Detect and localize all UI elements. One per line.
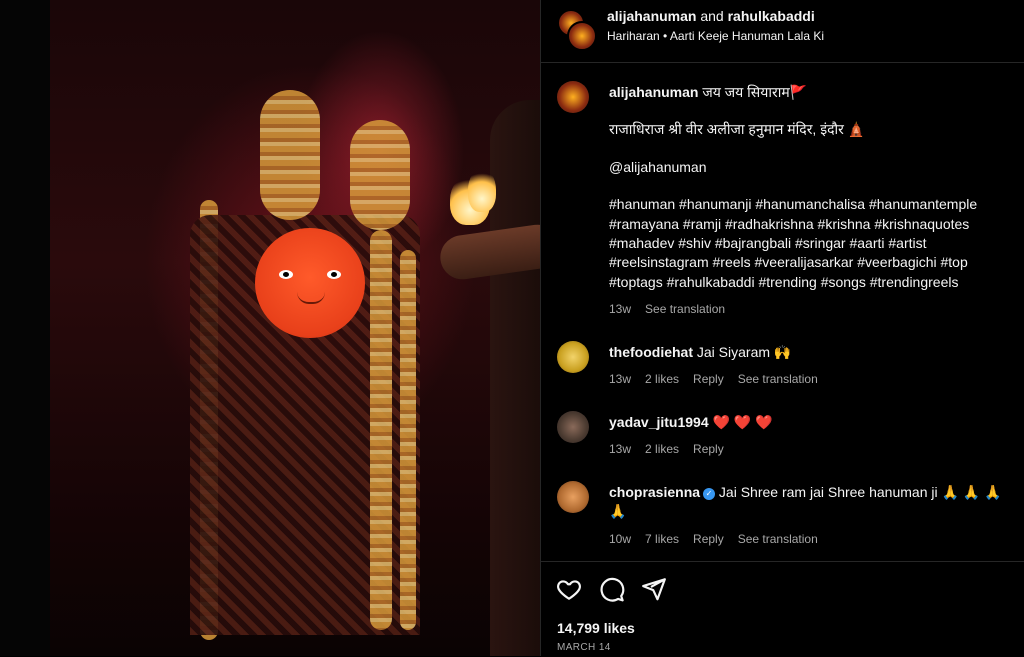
caption-username[interactable]: alijahanuman xyxy=(609,84,698,100)
see-translation-link[interactable]: See translation xyxy=(738,532,818,546)
audio-link[interactable]: Hariharan • Aarti Keeje Hanuman Lala Ki xyxy=(607,29,824,43)
see-translation-link[interactable]: See translation xyxy=(738,372,818,386)
author-link[interactable]: alijahanuman xyxy=(607,8,696,24)
and-text: and xyxy=(700,8,724,24)
post-side-panel: alijahanuman and rahulkabaddi Hariharan … xyxy=(540,0,1024,656)
share-icon[interactable] xyxy=(641,576,667,602)
priest-figure xyxy=(490,100,540,656)
idol-mouth xyxy=(297,292,325,304)
post-header: alijahanuman and rahulkabaddi Hariharan … xyxy=(541,0,1024,63)
comment-time: 10w xyxy=(609,531,632,546)
comment-likes[interactable]: 2 likes xyxy=(645,372,679,386)
comment-username[interactable]: yadav_jitu1994 xyxy=(609,414,709,430)
post-authors: alijahanuman and rahulkabaddi xyxy=(607,8,815,24)
caption-line2: राजाधिराज श्री वीर अलीजा हनुमान मंदिर, इ… xyxy=(609,121,866,138)
aarti-flame-2 xyxy=(468,168,496,212)
avatar[interactable] xyxy=(557,411,589,443)
comment-likes[interactable]: 2 likes xyxy=(645,442,679,456)
avatar[interactable] xyxy=(557,81,589,113)
post-media[interactable] xyxy=(0,0,540,656)
collab-avatars[interactable] xyxy=(557,9,597,51)
garland-right xyxy=(370,230,392,630)
avatar[interactable] xyxy=(557,481,589,513)
comments-list[interactable]: alijahanuman जय जय सियाराम🚩 राजाधिराज श्… xyxy=(541,63,1024,560)
reply-button[interactable]: Reply xyxy=(693,442,724,456)
avatar[interactable] xyxy=(557,341,589,373)
comment-likes[interactable]: 7 likes xyxy=(645,532,679,546)
verified-badge-icon: ✓ xyxy=(703,488,716,500)
garland-top-right xyxy=(350,120,410,230)
reply-button[interactable]: Reply xyxy=(693,532,724,546)
garland-right-outer xyxy=(400,250,416,630)
avatar[interactable] xyxy=(567,21,597,51)
caption-time: 13w xyxy=(609,302,632,317)
post-photo xyxy=(50,0,540,656)
caption-mention[interactable]: @alijahanuman xyxy=(609,158,1013,177)
author-link[interactable]: rahulkabaddi xyxy=(728,8,815,24)
caption-line1: जय जय सियाराम🚩 xyxy=(698,84,808,100)
comment-text: ❤️ ❤️ ❤️ xyxy=(712,414,773,430)
heart-icon[interactable] xyxy=(556,576,582,602)
idol-eye-right xyxy=(327,270,341,279)
comment-icon[interactable] xyxy=(599,576,625,602)
caption-hashtags[interactable]: #hanuman #hanumanji #hanumanchalisa #han… xyxy=(609,195,1013,292)
comment-time: 13w xyxy=(609,372,632,387)
comment-username[interactable]: thefoodiehat xyxy=(609,344,693,360)
comment-text: Jai Siyaram 🙌 xyxy=(696,344,792,360)
likes-count[interactable]: 14,799 likes xyxy=(557,620,635,636)
garland-top xyxy=(260,90,320,220)
idol-eye-left xyxy=(279,270,293,279)
post-actions: 14,799 likes MARCH 14 xyxy=(541,561,1024,657)
reply-button[interactable]: Reply xyxy=(693,372,724,386)
idol-face xyxy=(255,228,365,338)
post-date[interactable]: MARCH 14 xyxy=(557,642,611,653)
see-translation-link[interactable]: See translation xyxy=(645,302,725,316)
comment-username[interactable]: choprasienna xyxy=(609,484,700,500)
comment-time: 13w xyxy=(609,442,632,457)
